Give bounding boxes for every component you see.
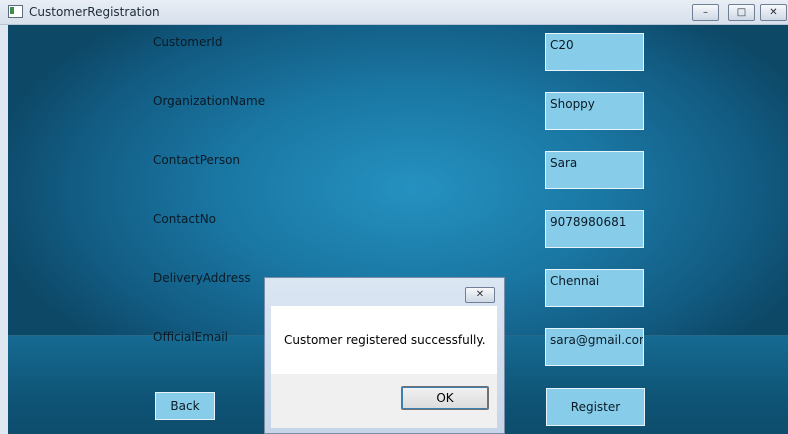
minimize-icon: – [703,7,708,18]
minimize-button[interactable]: – [692,4,719,21]
contact-person-label: ContactPerson [153,153,241,167]
organization-name-field[interactable]: Shoppy [545,92,644,130]
dialog-close-button[interactable]: ✕ [465,287,495,303]
dialog-footer: OK [271,374,497,428]
contact-no-label: ContactNo [153,212,217,226]
official-email-field[interactable]: sara@gmail.com [545,328,644,366]
delivery-address-field[interactable]: Chennai [545,269,644,307]
delivery-address-label: DeliveryAddress [153,271,251,285]
contact-no-field[interactable]: 9078980681 [545,210,644,248]
official-email-label: OfficialEmail [153,330,228,344]
organization-name-label: OrganizationName [153,94,266,108]
maximize-icon: □ [736,7,747,18]
contact-person-field[interactable]: Sara [545,151,644,189]
window-title: CustomerRegistration [29,5,160,19]
title-bar: CustomerRegistration – □ ✕ [0,0,788,25]
message-dialog: ✕ Customer registered successfully. OK [264,277,505,434]
close-window-button[interactable]: ✕ [760,4,787,21]
ok-button[interactable]: OK [401,386,489,410]
customer-id-label: CustomerId [153,35,223,49]
dialog-body: Customer registered successfully. [271,306,497,374]
close-icon: ✕ [475,289,485,300]
register-button[interactable]: Register [546,388,645,426]
maximize-button[interactable]: □ [728,4,755,21]
back-button[interactable]: Back [155,392,215,420]
close-icon: ✕ [769,7,778,18]
app-window-icon [8,5,23,18]
dialog-message: Customer registered successfully. [284,333,486,347]
customer-id-field[interactable]: C20 [545,33,644,71]
